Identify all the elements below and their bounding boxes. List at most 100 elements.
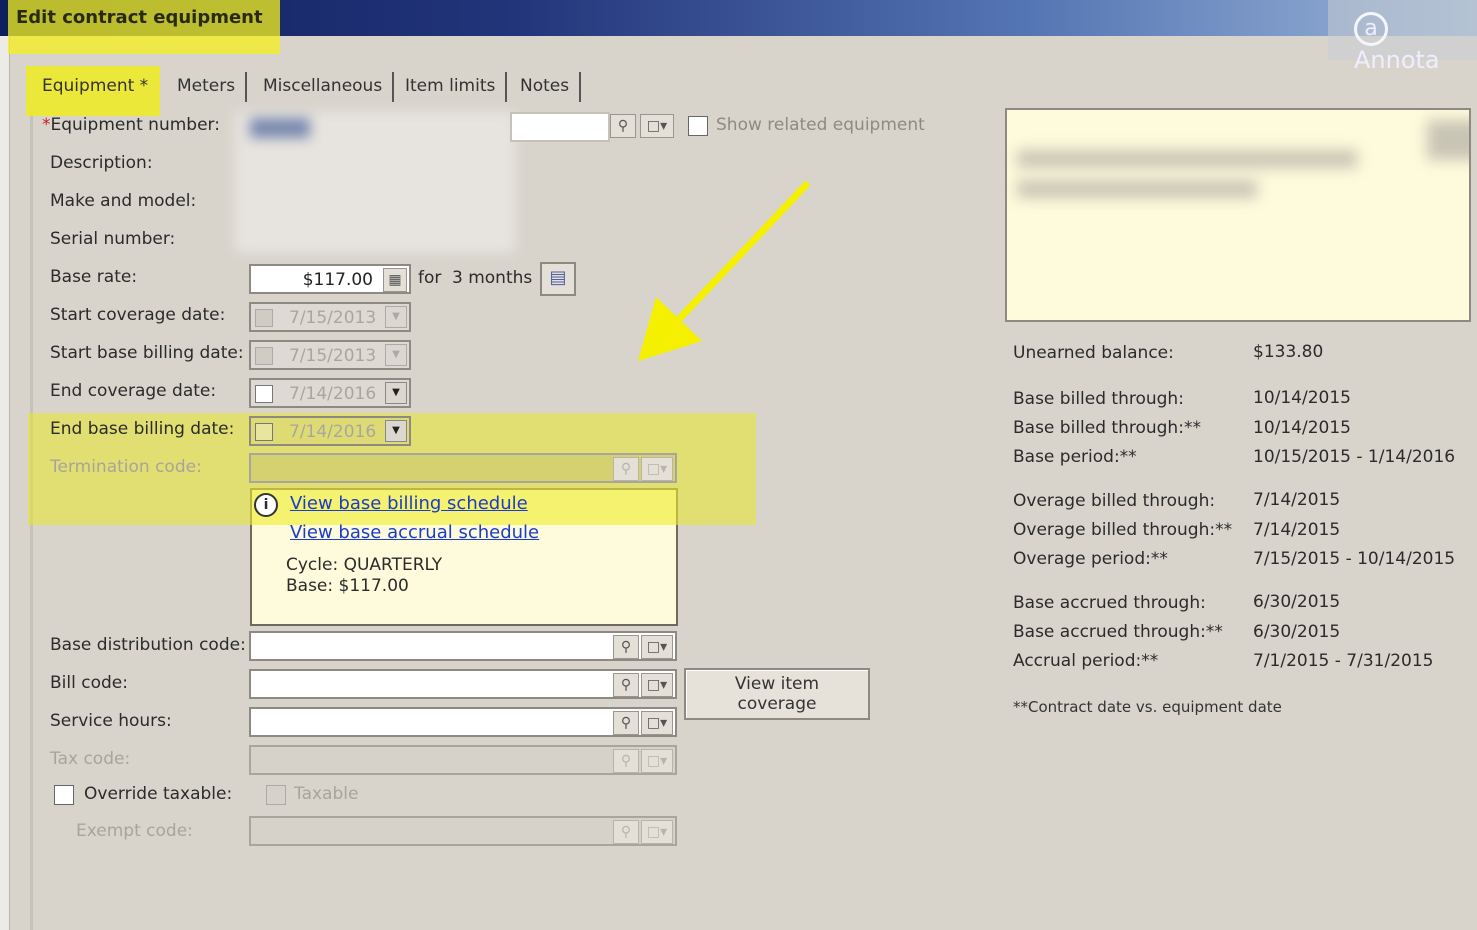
search-icon[interactable]: ⚲ xyxy=(613,711,639,735)
tax-code-label: Tax code: xyxy=(50,749,131,769)
override-taxable-checkbox[interactable] xyxy=(54,785,74,805)
tab-item-limits[interactable]: Item limits xyxy=(395,72,508,102)
unearned-balance-label: Unearned balance: xyxy=(1013,343,1174,363)
base-accrued2-label: Base accrued through:** xyxy=(1013,622,1223,642)
search-icon[interactable]: ⚲ xyxy=(613,635,639,659)
base-billed-label: Base billed through: xyxy=(1013,389,1184,409)
info-icon: i xyxy=(254,493,278,517)
base-billed2-value: 10/14/2015 xyxy=(1253,418,1351,438)
start-coverage-date: 7/15/2013 ▼ xyxy=(249,302,411,332)
accrual-period-label: Accrual period:** xyxy=(1013,651,1159,671)
description-label: Description: xyxy=(50,153,153,173)
make-model-label: Make and model: xyxy=(50,191,197,211)
base-rate-label: Base rate: xyxy=(50,267,138,287)
overage-period-value: 7/15/2015 - 10/14/2015 xyxy=(1253,549,1456,569)
search-icon: ⚲ xyxy=(613,820,639,844)
lookup-dropdown-icon: □▾ xyxy=(641,749,673,773)
start-base-billing-date: 7/15/2013 ▼ xyxy=(249,340,411,370)
equipment-number-label: *Equipment number: xyxy=(42,115,220,135)
start-coverage-checkbox xyxy=(255,309,273,327)
start-base-billing-label: Start base billing date: xyxy=(50,343,244,363)
calendar-icon[interactable]: ▤ xyxy=(540,262,576,296)
lookup-dropdown-icon[interactable]: □▾ xyxy=(641,673,673,697)
start-base-billing-value: 7/15/2013 xyxy=(289,346,377,366)
lookup-dropdown-icon[interactable]: □▾ xyxy=(640,114,674,138)
required-mark: * xyxy=(42,115,51,135)
unearned-balance-value: $133.80 xyxy=(1253,342,1324,362)
search-icon[interactable]: ⚲ xyxy=(610,114,636,138)
termination-code-label: Termination code: xyxy=(50,457,202,477)
base-rate-input[interactable]: $117.00 ▦ xyxy=(249,264,411,294)
window-title: Edit contract equipment xyxy=(16,7,263,28)
view-base-accrual-schedule-link[interactable]: View base accrual schedule xyxy=(290,522,539,543)
service-hours-input[interactable]: ⚲ □▾ xyxy=(249,707,677,737)
equipment-number-buttons: ⚲ □▾ xyxy=(610,112,676,142)
service-hours-label: Service hours: xyxy=(50,711,172,731)
base-accrued-value: 6/30/2015 xyxy=(1253,592,1341,612)
annotation-arrow xyxy=(638,181,810,361)
end-coverage-date[interactable]: 7/14/2016 ▼ xyxy=(249,378,411,408)
end-base-billing-value: 7/14/2016 xyxy=(289,422,377,442)
blurred-line xyxy=(1427,120,1469,160)
base-text: Base: $117.00 xyxy=(286,576,409,596)
search-icon: ⚲ xyxy=(613,749,639,773)
base-billed2-label: Base billed through:** xyxy=(1013,418,1201,438)
base-distribution-input[interactable]: ⚲ □▾ xyxy=(249,631,677,661)
serial-number-label: Serial number: xyxy=(50,229,176,249)
overage-billed2-value: 7/14/2015 xyxy=(1253,520,1341,540)
annotate-button[interactable]: aAnnota xyxy=(1328,0,1477,74)
accrual-period-value: 7/1/2015 - 7/31/2015 xyxy=(1253,651,1434,671)
show-related-label: Show related equipment xyxy=(716,115,925,135)
chevron-down-icon[interactable]: ▼ xyxy=(385,420,407,442)
show-related-checkbox[interactable] xyxy=(688,116,708,136)
override-taxable-label: Override taxable: xyxy=(84,784,233,804)
search-icon[interactable]: ⚲ xyxy=(613,673,639,697)
overage-billed-label: Overage billed through: xyxy=(1013,491,1216,511)
bill-code-input[interactable]: ⚲ □▾ xyxy=(249,669,677,699)
bill-code-label: Bill code: xyxy=(50,673,128,693)
view-item-coverage-button[interactable]: View item coverage xyxy=(684,668,870,720)
lookup-dropdown-icon[interactable]: □▾ xyxy=(641,635,673,659)
start-coverage-label: Start coverage date: xyxy=(50,305,226,325)
search-icon: ⚲ xyxy=(613,457,639,481)
exempt-code-input: ⚲ □▾ xyxy=(249,816,677,846)
base-period-value: 10/15/2015 - 1/14/2016 xyxy=(1253,447,1456,467)
base-billed-value: 10/14/2015 xyxy=(1253,388,1351,408)
tab-meters[interactable]: Meters xyxy=(167,72,248,102)
chevron-down-icon: ▼ xyxy=(385,344,407,366)
for-label: for xyxy=(418,268,442,288)
end-coverage-checkbox[interactable] xyxy=(255,385,273,403)
termination-code-input: ⚲ □▾ xyxy=(249,453,677,483)
exempt-code-label: Exempt code: xyxy=(76,821,193,841)
calculator-icon[interactable]: ▦ xyxy=(383,268,407,292)
overage-billed-value: 7/14/2015 xyxy=(1253,490,1341,510)
view-base-billing-schedule-link[interactable]: View base billing schedule xyxy=(290,493,528,514)
months-label: 3 months xyxy=(452,268,533,288)
blurred-line xyxy=(1017,180,1257,198)
annotate-icon: a xyxy=(1354,12,1388,46)
end-base-billing-checkbox[interactable] xyxy=(255,423,273,441)
tab-notes[interactable]: Notes xyxy=(510,72,582,102)
base-accrued2-value: 6/30/2015 xyxy=(1253,622,1341,642)
lookup-dropdown-icon[interactable]: □▾ xyxy=(641,711,673,735)
tab-miscellaneous[interactable]: Miscellaneous xyxy=(253,72,395,102)
taxable-checkbox xyxy=(266,785,286,805)
end-base-billing-date[interactable]: 7/14/2016 ▼ xyxy=(249,416,411,446)
equipment-address-panel xyxy=(1005,108,1471,322)
tax-code-input: ⚲ □▾ xyxy=(249,745,677,775)
lookup-dropdown-icon: □▾ xyxy=(641,457,673,481)
footnote: **Contract date vs. equipment date xyxy=(1013,698,1282,716)
cycle-text: Cycle: QUARTERLY xyxy=(286,555,443,575)
base-rate-value: $117.00 xyxy=(302,270,373,290)
equipment-number-input[interactable] xyxy=(510,112,610,142)
chevron-down-icon: ▼ xyxy=(385,306,407,328)
start-base-billing-checkbox xyxy=(255,347,273,365)
tab-equipment[interactable]: Equipment * xyxy=(32,72,158,102)
annotate-label: Annota xyxy=(1354,46,1440,74)
end-base-billing-label: End base billing date: xyxy=(50,419,235,439)
base-distribution-label: Base distribution code: xyxy=(50,635,246,655)
overage-billed2-label: Overage billed through:** xyxy=(1013,520,1233,540)
start-coverage-value: 7/15/2013 xyxy=(289,308,377,328)
chevron-down-icon[interactable]: ▼ xyxy=(385,382,407,404)
left-window-edge xyxy=(0,0,10,930)
